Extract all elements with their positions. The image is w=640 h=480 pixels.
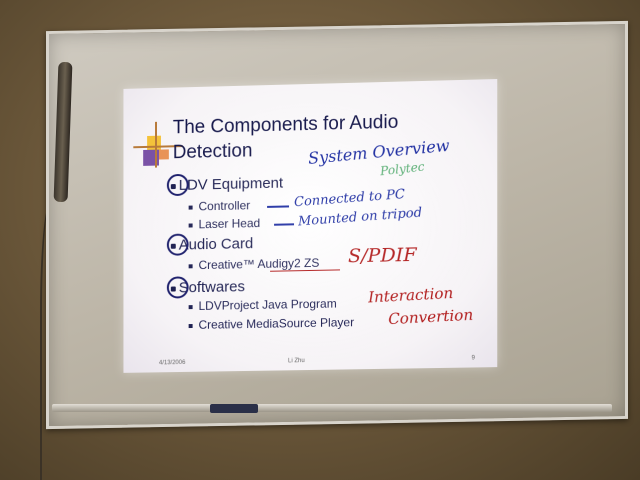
section-label: Audio Card xyxy=(178,235,254,254)
arrow-icon xyxy=(274,223,295,226)
whiteboard-tray xyxy=(52,404,612,412)
section-label: Softwares xyxy=(178,278,245,297)
handwritten-player-note: Convertion xyxy=(387,305,474,329)
list-item: Creative MediaSource Player xyxy=(188,315,354,332)
projected-slide: The Components for Audio Detection LDV E… xyxy=(123,79,498,373)
list-item: Controller xyxy=(188,198,250,213)
bullet-icon xyxy=(188,264,193,269)
handwritten-underline xyxy=(270,269,341,272)
handwritten-polytec: Polytec xyxy=(379,159,426,179)
handwritten-java-note: Interaction xyxy=(367,283,454,307)
bullet-icon xyxy=(188,323,193,328)
bullet-icon xyxy=(188,304,193,309)
list-item: LDVProject Java Program xyxy=(188,296,337,313)
slide-footer-author: Li Zhu xyxy=(288,358,305,365)
slide-page-number: 9 xyxy=(471,355,475,362)
bullet-icon xyxy=(188,205,193,210)
list-item: Laser Head xyxy=(188,216,260,231)
slide-decoration xyxy=(158,149,169,160)
bullet-icon xyxy=(188,223,193,228)
arrow-icon xyxy=(267,205,290,208)
handwritten-audio-note: S/PDIF xyxy=(348,243,417,268)
slide-footer-date: 4/13/2006 xyxy=(158,359,186,367)
handwritten-laser-note: Mounted on tripod xyxy=(297,205,423,230)
section-ldv-equipment: LDV Equipment xyxy=(166,173,284,197)
section-audio-card: Audio Card xyxy=(166,233,254,256)
eraser xyxy=(210,404,258,413)
section-softwares: Softwares xyxy=(166,276,245,299)
section-label: LDV Equipment xyxy=(178,174,284,194)
